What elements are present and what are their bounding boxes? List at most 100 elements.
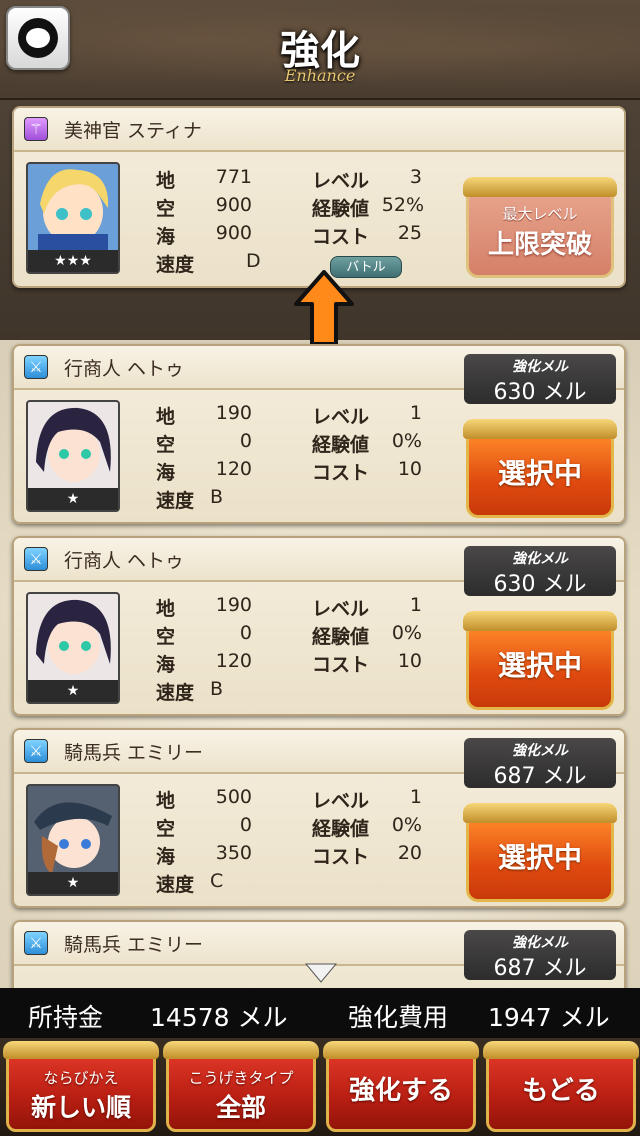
material-progress: レベル 1 経験値 0% コスト 20 [312,786,432,876]
rarity-stars: ★★★ [28,250,118,272]
speed-label: 速度 [156,490,195,512]
speed-label: 速度 [156,682,195,704]
earth-value: 500 [215,786,252,808]
enhance-button[interactable]: 強化する [323,1041,479,1132]
rarity-stars: ★ [28,680,118,702]
cost-label: コスト [312,226,370,248]
footer-bar: ならびかえ 新しい順 こうげきタイプ 全部 強化する もどる [0,1038,640,1136]
fee-box: 強化メル 687 メル [464,930,616,981]
character-face [28,594,118,682]
sword-icon: ⚔ [24,355,48,379]
attack-type-button[interactable]: こうげきタイプ 全部 [163,1041,319,1132]
sort-button[interactable]: ならびかえ 新しい順 [3,1041,159,1132]
base-progress: レベル 3 経験値 52% コスト 25 [312,166,432,256]
character-face [28,402,118,490]
up-arrow-icon [294,270,354,346]
selected-label: 選択中 [497,841,582,874]
fee-value: 687 メル [493,764,587,789]
cost-label: コスト [312,846,370,868]
sky-value: 0 [239,622,252,644]
material-card[interactable]: ⚔ 行商人 ヘトゥ ★ 地 190 空0 海 120 速度 B レベル 1 経験値 0% … [12,536,626,716]
limit-break-small: 最大レベル [502,205,578,223]
card-name: 美神官 スティナ [64,119,202,142]
speed-value: B [210,678,224,700]
back-label: もどる [522,1076,600,1106]
material-card[interactable]: ⚔ 騎馬兵 エミリー ★ 地 500 空0 海 350 速度 C レベル 1 経験値 0%… [12,728,626,908]
exp-label: 経験値 [312,198,370,220]
crown-ornament [3,1041,159,1059]
fee-value: 687 メル [493,956,587,981]
owned-value: 14578 メル [150,1003,288,1032]
sea-value: 120 [215,650,252,672]
material-card[interactable]: ⚔ 行商人 ヘトゥ ★ 地 190 空0 海 120 速度 B レベル 1 経験値 0% … [12,344,626,524]
sort-small-label: ならびかえ [43,1069,119,1087]
fee-box: 強化メル 687 メル [464,738,616,789]
card-name: 騎馬兵 エミリー [64,741,204,764]
limit-break-button[interactable]: 最大レベル 上限突破 [463,177,617,278]
exp-value: 52% [381,194,424,216]
cost-label: コスト [312,462,370,484]
speed-label: 速度 [156,254,195,276]
scroll-down-icon[interactable] [304,962,338,984]
fee-label: 強化メル [512,551,568,567]
crown-ornament [463,803,617,823]
rarity-stars: ★ [28,488,118,510]
character-portrait[interactable]: ★ [26,784,120,896]
crown-ornament [323,1041,479,1059]
earth-value: 771 [215,166,252,188]
level-label: レベル [312,598,370,620]
limit-break-label: 上限突破 [487,230,592,260]
money-bar: 所持金 14578 メル 強化費用 1947 メル [0,988,640,1038]
material-progress: レベル 1 経験値 0% コスト 10 [312,594,432,684]
exp-value: 0% [391,814,422,836]
cost-value: 10 [397,458,422,480]
exp-value: 0% [391,622,422,644]
sword-icon: ⚔ [24,931,48,955]
level-value: 1 [409,402,422,424]
crown-ornament [163,1041,319,1059]
staff-icon: ⚚ [24,117,48,141]
fee-box: 強化メル 630 メル [464,354,616,405]
card-name: 騎馬兵 エミリー [64,933,204,956]
selected-button[interactable]: 選択中 [463,611,617,710]
exp-label: 経験値 [312,434,370,456]
sort-label: 新しい順 [30,1093,131,1122]
fee-box: 強化メル 630 メル [464,546,616,597]
sword-icon: ⚔ [24,547,48,571]
cost-label: コスト [312,654,370,676]
fee-label: 強化メル [512,359,568,375]
level-label: レベル [312,170,370,192]
card-name: 行商人 ヘトゥ [64,357,185,380]
crown-ornament [463,611,617,631]
sea-value: 120 [215,458,252,480]
character-portrait[interactable]: ★ [26,400,120,512]
header: 強化 Enhance [0,0,640,100]
rarity-stars: ★ [28,872,118,894]
speed-value: C [210,870,224,892]
card-header: ⚚ 美神官 スティナ [14,108,624,152]
cost-value: 10 [397,650,422,672]
character-portrait[interactable]: ★★★ [26,162,120,274]
selected-label: 選択中 [497,649,582,682]
fee-value: 630 メル [493,572,587,597]
material-stats: 地 190 空0 海 120 速度 B [156,594,306,704]
character-face [28,164,118,252]
base-card[interactable]: ⚚ 美神官 スティナ ★★★ 地 771 空 900 海 900 速度 D レベル 3 経… [12,106,626,288]
level-label: レベル [312,406,370,428]
level-value: 1 [409,786,422,808]
character-portrait[interactable]: ★ [26,592,120,704]
level-value: 3 [409,166,422,188]
level-value: 1 [409,594,422,616]
earth-value: 190 [215,594,252,616]
crown-ornament [463,177,617,197]
fee-value: 630 メル [493,380,587,405]
page-subtitle: Enhance [284,66,356,85]
exp-label: 経験値 [312,818,370,840]
selected-button[interactable]: 選択中 [463,419,617,518]
back-button[interactable]: もどる [483,1041,639,1132]
sky-value: 900 [215,194,252,216]
card-name: 行商人 ヘトゥ [64,549,185,572]
attack-type-small-label: こうげきタイプ [188,1069,294,1087]
selected-button[interactable]: 選択中 [463,803,617,902]
cost-total-value: 1947 メル [488,1003,610,1032]
